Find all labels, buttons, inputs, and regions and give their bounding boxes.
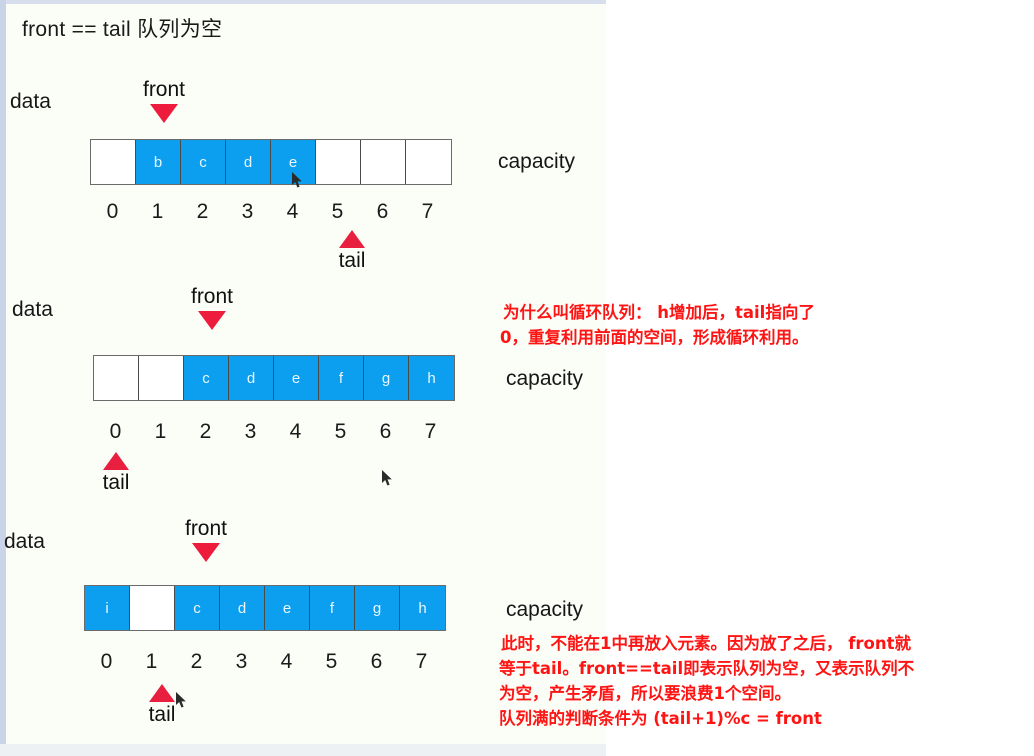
index-label: 7 <box>415 650 428 673</box>
index-label: 4 <box>286 200 299 223</box>
mouse-cursor-icon <box>292 172 304 189</box>
index-label: 6 <box>379 420 392 443</box>
tail-pointer-1: tail <box>322 230 382 273</box>
page-title: front == tail 队列为空 <box>22 18 223 41</box>
index-label: 7 <box>421 200 434 223</box>
front-pointer-3: front <box>176 517 236 562</box>
index-label: 6 <box>370 650 383 673</box>
queue-cell[interactable] <box>91 140 136 184</box>
front-pointer-2: front <box>182 285 242 330</box>
front-pointer-label-3: front <box>184 517 228 540</box>
queue-cell[interactable]: e <box>274 356 319 400</box>
index-label: 3 <box>244 420 257 443</box>
front-pointer-label-1: front <box>142 78 186 101</box>
slide-bottom-edge <box>0 744 606 756</box>
queue-cells-3: i c d e f g h <box>84 585 446 631</box>
index-label: 2 <box>190 650 203 673</box>
capacity-label-2: capacity <box>506 367 584 390</box>
data-label-2: data <box>12 298 53 321</box>
annotation-bottom-line-4: 队列满的判断条件为 (tail+1)%c = front <box>499 709 822 728</box>
index-label: 5 <box>331 200 344 223</box>
index-label: 7 <box>424 420 437 443</box>
annotation-bottom-line-2: 等于tail。front==tail即表示队列为空，又表示队列不 <box>499 659 915 678</box>
index-label: 3 <box>235 650 248 673</box>
queue-cell[interactable]: g <box>364 356 409 400</box>
queue-cell[interactable]: h <box>400 586 445 630</box>
queue-cells-1: b c d e <box>90 139 452 185</box>
triangle-up-icon <box>339 230 365 248</box>
index-label: 2 <box>196 200 209 223</box>
mouse-cursor-icon <box>382 470 394 487</box>
index-label: 0 <box>100 650 113 673</box>
queue-cell[interactable]: c <box>175 586 220 630</box>
queue-cell[interactable]: b <box>136 140 181 184</box>
queue-cell[interactable]: d <box>226 140 271 184</box>
index-label: 4 <box>280 650 293 673</box>
index-label: 5 <box>325 650 338 673</box>
queue-cell[interactable] <box>361 140 406 184</box>
index-label: 2 <box>199 420 212 443</box>
queue-cell[interactable]: f <box>310 586 355 630</box>
index-label: 1 <box>154 420 167 443</box>
annotation-bottom-line-3: 为空，产生矛盾，所以要浪费1个空间。 <box>499 684 791 703</box>
index-label: 1 <box>145 650 158 673</box>
annotation-top-line-1: 为什么叫循环队列： h增加后，tail指向了 <box>503 303 815 322</box>
triangle-down-icon <box>198 311 226 330</box>
triangle-up-icon <box>103 452 129 470</box>
queue-cells-2: c d e f g h <box>93 355 455 401</box>
index-label: 6 <box>376 200 389 223</box>
triangle-down-icon <box>192 543 220 562</box>
queue-cell[interactable]: c <box>184 356 229 400</box>
queue-cell[interactable] <box>139 356 184 400</box>
annotation-top-line-2: 0，重复利用前面的空间，形成循环利用。 <box>500 328 809 347</box>
index-label: 1 <box>151 200 164 223</box>
index-label: 4 <box>289 420 302 443</box>
queue-indexes-2: 0 1 2 3 4 5 6 7 <box>93 420 453 444</box>
queue-cell[interactable]: f <box>319 356 364 400</box>
front-pointer-1: front <box>134 78 194 123</box>
annotation-bottom-line-1: 此时，不能在1中再放入元素。因为放了之后， front就 <box>501 634 912 653</box>
queue-cell[interactable]: c <box>181 140 226 184</box>
queue-indexes-1: 0 1 2 3 4 5 6 7 <box>90 200 450 224</box>
tail-pointer-label-2: tail <box>102 471 130 494</box>
front-pointer-label-2: front <box>190 285 234 308</box>
tail-pointer-2: tail <box>86 452 146 495</box>
queue-cell[interactable]: g <box>355 586 400 630</box>
mouse-cursor-icon <box>176 692 188 709</box>
queue-indexes-3: 0 1 2 3 4 5 6 7 <box>84 650 444 674</box>
tail-pointer-label-1: tail <box>338 249 366 272</box>
queue-cell[interactable]: e <box>265 586 310 630</box>
index-label: 0 <box>109 420 122 443</box>
triangle-up-icon <box>149 684 175 702</box>
slide-top-edge <box>0 0 606 4</box>
queue-cell[interactable] <box>130 586 175 630</box>
queue-cell[interactable]: d <box>220 586 265 630</box>
index-label: 5 <box>334 420 347 443</box>
queue-cell[interactable]: h <box>409 356 454 400</box>
data-label-1: data <box>10 90 51 113</box>
data-label-3: data <box>4 530 45 553</box>
queue-cell[interactable] <box>316 140 361 184</box>
index-label: 0 <box>106 200 119 223</box>
queue-cell[interactable] <box>94 356 139 400</box>
queue-cell[interactable]: i <box>85 586 130 630</box>
slide-left-edge <box>0 0 6 756</box>
queue-cell[interactable]: d <box>229 356 274 400</box>
index-label: 3 <box>241 200 254 223</box>
queue-cell[interactable] <box>406 140 451 184</box>
capacity-label-1: capacity <box>498 150 576 173</box>
triangle-down-icon <box>150 104 178 123</box>
capacity-label-3: capacity <box>506 598 584 621</box>
